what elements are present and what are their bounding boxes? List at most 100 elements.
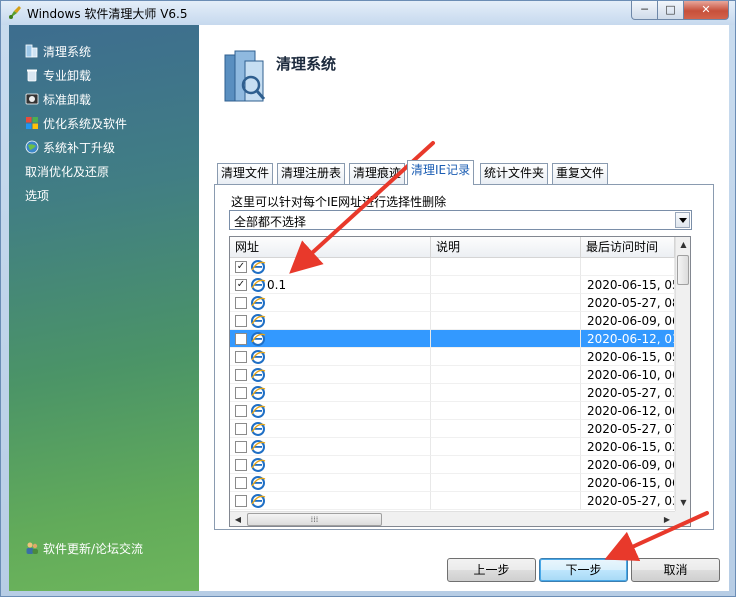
- maximize-button[interactable]: □: [657, 1, 684, 20]
- note-cell: [431, 438, 581, 456]
- last-visit-cell: 2020-06-15, 05: [581, 348, 675, 366]
- tab-clean-ie-history[interactable]: 清理IE记录: [407, 160, 475, 185]
- horizontal-scrollbar[interactable]: ◀ ⁞⁞⁞ ▶: [230, 511, 675, 526]
- row-checkbox[interactable]: [235, 477, 247, 489]
- scroll-down-icon[interactable]: ▼: [676, 495, 690, 511]
- table-row[interactable]: 2020-05-27, 03: [230, 384, 675, 402]
- sidebar-item-restore[interactable]: 取消优化及还原: [25, 162, 109, 180]
- scroll-left-icon[interactable]: ◀: [230, 512, 246, 526]
- row-checkbox[interactable]: [235, 405, 247, 417]
- vertical-scrollbar[interactable]: ▲ ▼: [675, 237, 690, 511]
- table-row[interactable]: 2020-05-27, 03: [230, 492, 675, 510]
- broom-icon: [25, 44, 38, 58]
- note-cell: [431, 330, 581, 348]
- minimize-button[interactable]: ─: [631, 1, 658, 20]
- close-button[interactable]: ✕: [683, 1, 729, 20]
- tab-clean-registry[interactable]: 清理注册表: [277, 163, 346, 184]
- table-row[interactable]: 2020-06-12, 06: [230, 402, 675, 420]
- scroll-thumb[interactable]: ⁞⁞⁞: [247, 513, 382, 526]
- url-cell: [230, 294, 431, 312]
- row-checkbox[interactable]: [235, 495, 247, 507]
- note-cell: [431, 384, 581, 402]
- chevron-down-icon[interactable]: [675, 212, 690, 228]
- app-logo-icon: [9, 6, 21, 19]
- row-checkbox[interactable]: [235, 369, 247, 381]
- table-row[interactable]: ✓: [230, 258, 675, 276]
- people-icon: [26, 542, 38, 554]
- sidebar-item-std-uninstall[interactable]: 标准卸载: [25, 90, 91, 108]
- ie-icon: [251, 422, 266, 436]
- sidebar-item-clean-system[interactable]: 清理系统: [25, 42, 91, 60]
- row-checkbox[interactable]: ✓: [235, 279, 247, 291]
- sidebar-item-options[interactable]: 选项: [25, 186, 49, 204]
- note-cell: [431, 402, 581, 420]
- last-visit-cell: 2020-06-10, 06: [581, 366, 675, 384]
- sidebar-footer-label: 软件更新/论坛交流: [43, 541, 144, 556]
- column-header-note[interactable]: 说明: [431, 237, 581, 258]
- sidebar-footer-update-forum[interactable]: 软件更新/论坛交流: [25, 539, 143, 557]
- filter-select[interactable]: 全部都不选择: [229, 210, 692, 230]
- sidebar-item-patch-upgrade[interactable]: 系统补丁升级: [25, 138, 115, 156]
- table-row[interactable]: 2020-06-12, 01: [230, 330, 675, 348]
- url-cell: [230, 438, 431, 456]
- cleaning-icon: [224, 50, 266, 102]
- row-checkbox[interactable]: [235, 333, 247, 345]
- window-title: Windows 软件清理大师 V6.5: [27, 7, 188, 21]
- table-row[interactable]: 2020-06-15, 02: [230, 438, 675, 456]
- row-checkbox[interactable]: [235, 387, 247, 399]
- tab-clean-files[interactable]: 清理文件: [217, 163, 274, 184]
- sidebar: 清理系统 专业卸载 标准卸载 优化系统及软件 系统补丁升级 取消优化及还原 选项…: [9, 25, 199, 591]
- last-visit-cell: 2020-06-12, 01: [581, 330, 675, 348]
- disk-icon: [25, 93, 39, 105]
- row-checkbox[interactable]: [235, 297, 247, 309]
- note-cell: [431, 456, 581, 474]
- cancel-button[interactable]: 取消: [631, 558, 720, 582]
- table-row[interactable]: ✓ 0.1 2020-06-15, 05: [230, 276, 675, 294]
- note-cell: [431, 348, 581, 366]
- row-checkbox[interactable]: [235, 441, 247, 453]
- table-body: ✓ ✓ 0.1 2020-06-15, 05 2020-05-27, 08 2020-06…: [230, 258, 675, 511]
- ie-icon: [251, 278, 266, 292]
- last-visit-cell: 2020-06-09, 06: [581, 312, 675, 330]
- scroll-thumb[interactable]: [677, 255, 689, 285]
- table-row[interactable]: 2020-05-27, 07: [230, 420, 675, 438]
- prev-button[interactable]: 上一步: [447, 558, 536, 582]
- url-cell: [230, 384, 431, 402]
- tab-folder-stats[interactable]: 统计文件夹: [480, 163, 549, 184]
- note-cell: [431, 420, 581, 438]
- row-checkbox[interactable]: [235, 351, 247, 363]
- table-row[interactable]: 2020-06-15, 05: [230, 348, 675, 366]
- table-row[interactable]: 2020-06-09, 06: [230, 312, 675, 330]
- title-bar: Windows 软件清理大师 V6.5 ─ □ ✕: [1, 1, 735, 25]
- app-window: Windows 软件清理大师 V6.5 ─ □ ✕ 清理系统 专业卸载 标准卸载…: [0, 0, 736, 597]
- url-cell: ✓ 0.1: [230, 276, 431, 294]
- last-visit-cell: 2020-06-15, 02: [581, 438, 675, 456]
- next-button[interactable]: 下一步: [539, 558, 628, 582]
- row-checkbox[interactable]: [235, 459, 247, 471]
- tab-duplicate-files[interactable]: 重复文件: [552, 163, 609, 184]
- ie-icon: [251, 386, 266, 400]
- table-row[interactable]: 2020-06-15, 06: [230, 474, 675, 492]
- ie-icon: [251, 494, 266, 508]
- url-cell: ✓: [230, 258, 431, 276]
- table-row[interactable]: 2020-06-09, 06: [230, 456, 675, 474]
- row-checkbox[interactable]: [235, 423, 247, 435]
- column-header-last-visit[interactable]: 最后访问时间: [581, 237, 675, 258]
- sidebar-item-label: 标准卸载: [43, 92, 92, 107]
- table-row[interactable]: 2020-06-10, 06: [230, 366, 675, 384]
- url-cell: [230, 420, 431, 438]
- last-visit-cell: 2020-06-15, 05: [581, 276, 675, 294]
- tab-clean-traces[interactable]: 清理痕迹: [349, 163, 406, 184]
- column-header-url[interactable]: 网址: [230, 237, 431, 258]
- sidebar-item-label: 清理系统: [43, 44, 92, 59]
- table-row[interactable]: 2020-05-27, 08: [230, 294, 675, 312]
- sidebar-item-optimize[interactable]: 优化系统及软件: [25, 114, 127, 132]
- url-cell: [230, 474, 431, 492]
- scroll-up-icon[interactable]: ▲: [676, 237, 690, 253]
- row-checkbox[interactable]: ✓: [235, 261, 247, 273]
- scroll-right-icon[interactable]: ▶: [659, 512, 675, 526]
- sidebar-item-pro-uninstall[interactable]: 专业卸载: [25, 66, 91, 84]
- row-checkbox[interactable]: [235, 315, 247, 327]
- url-cell: [230, 348, 431, 366]
- url-cell: [230, 492, 431, 510]
